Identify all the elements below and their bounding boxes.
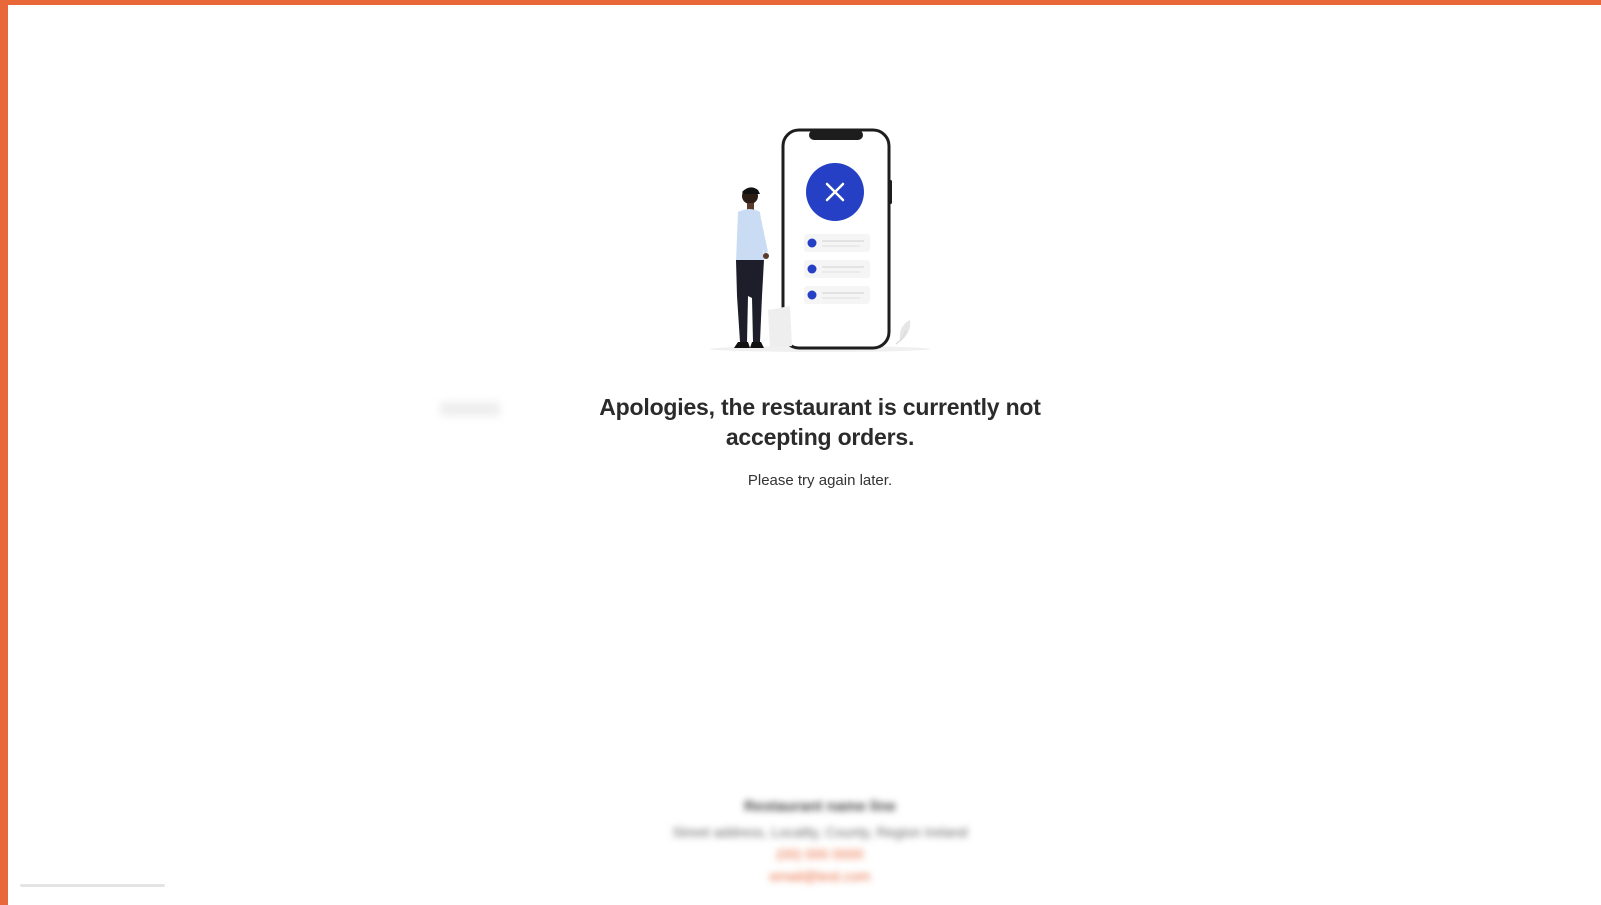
horizontal-scrollbar[interactable]	[20, 884, 165, 887]
footer-phone-link[interactable]: (00) 000 0000	[620, 846, 1020, 868]
footer-restaurant-name: Restaurant name line	[744, 798, 896, 815]
footer-email-link[interactable]: email@test.com	[620, 868, 1020, 890]
closed-restaurant-illustration	[710, 128, 930, 352]
restaurant-footer: Restaurant name line Street address, Loc…	[620, 798, 1020, 890]
blurred-artifact	[440, 402, 500, 416]
closed-message-subline: Please try again later.	[747, 472, 893, 489]
main-content: Apologies, the restaurant is currently n…	[0, 0, 1601, 905]
footer-address: Street address, Locality, County, Region…	[672, 824, 968, 840]
closed-message-headline: Apologies, the restaurant is currently n…	[599, 394, 1041, 450]
